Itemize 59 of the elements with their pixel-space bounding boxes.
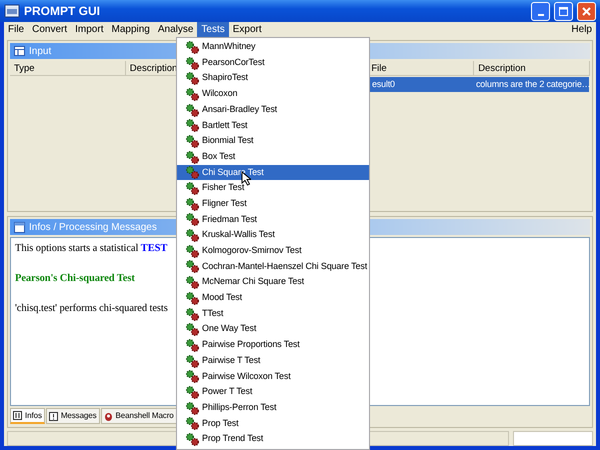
gears-icon bbox=[185, 322, 199, 336]
window-icon bbox=[14, 222, 25, 232]
menu-item[interactable]: Tests bbox=[197, 22, 229, 37]
gears-icon bbox=[185, 86, 199, 101]
menu-item[interactable]: Analyse bbox=[154, 22, 198, 37]
minimize-button[interactable] bbox=[531, 2, 550, 20]
minimize-icon bbox=[538, 14, 544, 16]
grid-icon bbox=[13, 411, 22, 420]
column-header[interactable]: Type bbox=[10, 61, 126, 76]
menu-item[interactable]: Help bbox=[567, 22, 596, 37]
gears-icon bbox=[185, 275, 199, 290]
gears-icon bbox=[185, 290, 199, 305]
menu-item[interactable]: Mapping bbox=[107, 22, 154, 37]
panel-title: Infos / Processing Messages bbox=[29, 220, 157, 234]
column-header[interactable]: File bbox=[367, 61, 474, 76]
alert-icon bbox=[48, 412, 58, 420]
gears-icon bbox=[185, 165, 199, 180]
info-text: 'chisq.test' performs chi-squared tests bbox=[15, 302, 168, 316]
gears-icon bbox=[185, 369, 199, 384]
table-cell: esult0 bbox=[369, 77, 473, 92]
gears-icon bbox=[185, 40, 199, 54]
gears-icon bbox=[185, 181, 199, 196]
gears-icon bbox=[185, 400, 199, 415]
gears-icon bbox=[185, 150, 199, 164]
close-icon bbox=[582, 6, 591, 16]
gears-icon bbox=[185, 118, 199, 132]
app-icon bbox=[4, 4, 20, 18]
close-button[interactable] bbox=[577, 2, 596, 20]
gears-icon bbox=[185, 354, 199, 368]
gears-icon bbox=[185, 102, 199, 117]
gears-icon bbox=[185, 134, 199, 148]
gears-icon bbox=[185, 384, 199, 399]
maximize-button[interactable] bbox=[554, 2, 573, 20]
menu-item[interactable]: Export bbox=[228, 22, 266, 37]
maximize-icon bbox=[559, 6, 568, 16]
gears-icon bbox=[185, 212, 199, 226]
gears-icon bbox=[185, 244, 199, 258]
window-title: PROMPT GUI bbox=[24, 3, 102, 20]
column-header[interactable]: Description bbox=[474, 61, 590, 76]
tab[interactable]: Infos bbox=[10, 408, 45, 424]
gears-icon bbox=[185, 196, 199, 211]
gears-icon bbox=[185, 56, 199, 70]
table-icon bbox=[14, 46, 25, 56]
info-text: This options starts a statistical TEST bbox=[15, 242, 168, 256]
tab[interactable]: Beanshell Macro bbox=[100, 408, 177, 424]
gears-icon bbox=[185, 338, 199, 352]
gears-icon bbox=[185, 432, 199, 446]
menu-item[interactable]: Import bbox=[71, 22, 108, 37]
gears-icon bbox=[185, 228, 199, 242]
gears-icon bbox=[185, 259, 199, 274]
gears-icon bbox=[185, 306, 199, 321]
menu-item[interactable]: File bbox=[4, 22, 28, 37]
menu-item[interactable]: Convert bbox=[28, 22, 72, 37]
gears-icon bbox=[185, 71, 199, 86]
bean-icon bbox=[104, 412, 113, 420]
tab[interactable]: Messages bbox=[46, 408, 100, 424]
info-heading: Pearson's Chi-squared Test bbox=[15, 272, 135, 286]
gears-icon bbox=[185, 416, 199, 430]
panel-title: Input bbox=[29, 44, 52, 58]
